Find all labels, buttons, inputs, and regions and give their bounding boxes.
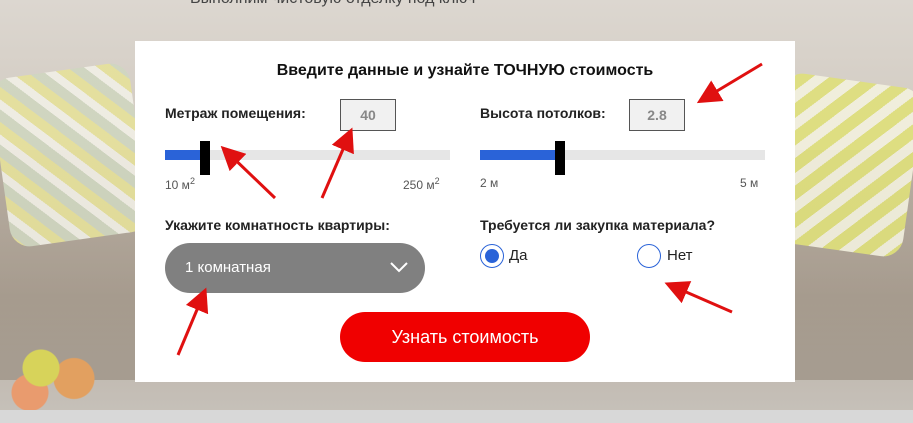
ceiling-slider-thumb[interactable] <box>555 141 565 175</box>
area-slider-thumb[interactable] <box>200 141 210 175</box>
ceiling-slider-fill <box>480 150 556 160</box>
area-min-sup: 2 <box>189 176 195 186</box>
area-label: Метраж помещения: <box>165 105 306 121</box>
area-min-text: 10 м <box>165 178 190 192</box>
form-title: Введите данные и узнайте ТОЧНУЮ стоимост… <box>276 62 654 79</box>
get-price-button[interactable]: Узнать стоимость <box>340 312 590 362</box>
ceiling-max-tick: 5 м <box>740 176 759 190</box>
ceiling-label: Высота потолков: <box>480 105 606 121</box>
chevron-down-icon <box>390 262 408 273</box>
area-max-sup: 2 <box>434 176 440 186</box>
ceiling-value-input[interactable]: 2.8 <box>629 99 685 131</box>
materials-no-label: Нет <box>667 247 693 264</box>
area-slider[interactable] <box>165 141 450 175</box>
materials-label: Требуется ли закупка материала? <box>480 217 716 233</box>
area-max-tick: 250 м2 <box>403 176 440 192</box>
ceiling-min-tick: 2 м <box>480 176 499 190</box>
rooms-label: Укажите комнатность квартиры: <box>165 217 390 233</box>
area-value-input[interactable]: 40 <box>340 99 396 131</box>
ceiling-slider[interactable] <box>480 141 765 175</box>
area-max-text: 250 м <box>403 178 435 192</box>
materials-no-radio[interactable] <box>637 244 661 268</box>
materials-yes-label: Да <box>509 247 528 264</box>
background-caption: Выполним чистовую отделку под ключ <box>190 0 475 8</box>
background-pillow-left <box>0 61 152 249</box>
area-min-tick: 10 м2 <box>165 176 195 192</box>
rooms-selected-value: 1 комнатная <box>185 259 271 276</box>
background-floor <box>0 410 913 423</box>
materials-yes-radio[interactable] <box>480 244 504 268</box>
area-slider-fill <box>165 150 201 160</box>
cost-calculator-card: Введите данные и узнайте ТОЧНУЮ стоимост… <box>135 41 795 382</box>
rooms-select[interactable]: 1 комнатная <box>165 243 425 293</box>
background-fruit-bowl <box>8 340 118 410</box>
